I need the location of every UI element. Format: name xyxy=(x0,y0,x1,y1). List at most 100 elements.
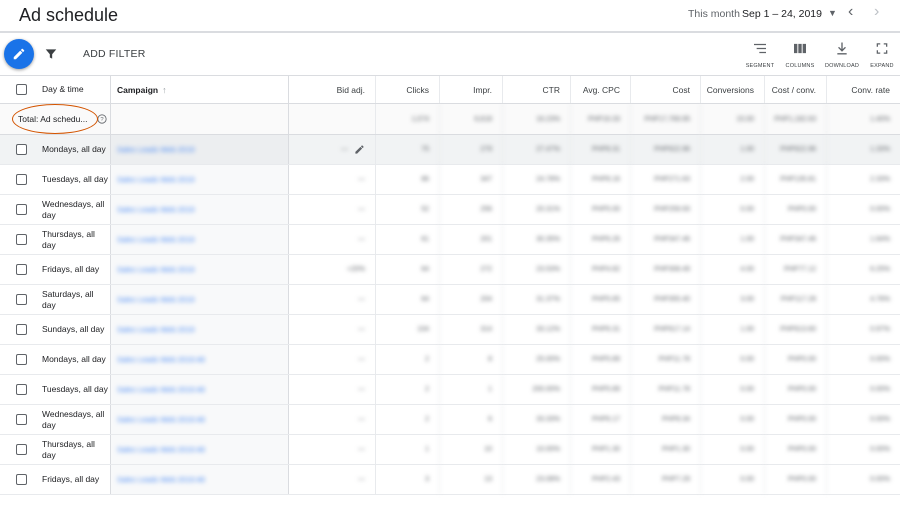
table-row[interactable]: Thursdays, all day Sales Leads Web 2019 … xyxy=(0,225,900,255)
header-clicks[interactable]: Clicks xyxy=(376,76,440,103)
header-day-time[interactable]: Day & time xyxy=(42,84,108,95)
expand-button[interactable]: EXPAND xyxy=(867,40,897,69)
row-day-cell: Sundays, all day xyxy=(0,315,111,344)
table-row[interactable]: Thursdays, all day Sales Leads Web 2019 … xyxy=(0,435,900,465)
expand-label: EXPAND xyxy=(870,63,894,69)
date-range-label[interactable]: This month xyxy=(688,8,740,20)
filter-icon[interactable] xyxy=(44,47,58,61)
table-row[interactable]: Saturdays, all day Sales Leads Web 2019 … xyxy=(0,285,900,315)
row-campaign-link[interactable]: Sales Leads Web 2019 Alt xyxy=(117,445,205,454)
table-row[interactable]: Sundays, all day Sales Leads Web 2019 — … xyxy=(0,315,900,345)
row-avg-cpc: PHP5.65 xyxy=(571,285,631,314)
row-campaign-link[interactable]: Sales Leads Web 2019 Alt xyxy=(117,415,205,424)
row-ctr: 20.31% xyxy=(503,195,571,224)
segment-button[interactable]: SEGMENT xyxy=(744,40,776,69)
total-avg-cpc: PHP16.33 xyxy=(571,104,631,134)
header-cost-conv[interactable]: Cost / conv. xyxy=(765,76,827,103)
header-ctr[interactable]: CTR xyxy=(503,76,571,103)
header-campaign[interactable]: Campaign ↑ xyxy=(111,76,289,103)
row-checkbox[interactable] xyxy=(16,384,27,395)
row-checkbox[interactable] xyxy=(16,294,27,305)
edit-bid-pencil-icon[interactable] xyxy=(354,144,365,155)
row-cost-conv: PHP0.00 xyxy=(765,345,827,374)
row-day-time: Tuesdays, all day xyxy=(42,384,108,394)
row-checkbox[interactable] xyxy=(16,174,27,185)
row-avg-cpc: PHP8.16 xyxy=(571,165,631,194)
row-checkbox[interactable] xyxy=(16,414,27,425)
header-bid-adj[interactable]: Bid adj. xyxy=(289,76,376,103)
previous-period-icon[interactable]: ‹ xyxy=(848,3,853,21)
sort-ascending-icon: ↑ xyxy=(162,84,167,95)
columns-button[interactable]: COLUMNS xyxy=(784,40,816,69)
row-campaign-link[interactable]: Sales Leads Web 2019 xyxy=(117,295,194,304)
row-checkbox[interactable] xyxy=(16,144,27,155)
header-cost[interactable]: Cost xyxy=(631,76,701,103)
date-range-value[interactable]: Sep 1 – 24, 2019 xyxy=(742,8,822,20)
row-conversions: 2.00 xyxy=(701,165,765,194)
table-row[interactable]: Fridays, all day Sales Leads Web 2019 Al… xyxy=(0,465,900,495)
header-avg-cpc[interactable]: Avg. CPC xyxy=(571,76,631,103)
select-all-checkbox[interactable] xyxy=(16,84,27,95)
columns-icon xyxy=(794,43,806,54)
total-row: Total: Ad schedu... ? 1,074 6,618 16.23%… xyxy=(0,104,900,135)
row-checkbox[interactable] xyxy=(16,324,27,335)
row-day-time: Mondays, all day xyxy=(42,354,106,364)
row-bid-adj[interactable]: — xyxy=(289,405,376,434)
row-bid-adj[interactable]: — xyxy=(289,195,376,224)
table-row[interactable]: Tuesdays, all day Sales Leads Web 2019 —… xyxy=(0,165,900,195)
table-row[interactable]: Mondays, all day Sales Leads Web 2019 Al… xyxy=(0,345,900,375)
row-bid-adj[interactable]: — xyxy=(289,435,376,464)
add-filter-button[interactable]: ADD FILTER xyxy=(83,48,145,60)
download-button[interactable]: DOWNLOAD xyxy=(824,40,860,69)
row-conv-rate: 0.97% xyxy=(870,326,890,333)
row-campaign-link[interactable]: Sales Leads Web 2019 xyxy=(117,235,194,244)
edit-fab-button[interactable] xyxy=(4,39,34,69)
row-bid-adj[interactable]: — xyxy=(289,315,376,344)
row-campaign-link[interactable]: Sales Leads Web 2019 xyxy=(117,145,194,154)
table-row[interactable]: Wednesdays, all day Sales Leads Web 2019… xyxy=(0,405,900,435)
row-impr: 314 xyxy=(440,315,503,344)
row-campaign-link[interactable]: Sales Leads Web 2019 xyxy=(117,325,194,334)
row-bid-adj[interactable]: — xyxy=(289,345,376,374)
row-bid-adj[interactable]: — xyxy=(289,465,376,494)
row-campaign-link[interactable]: Sales Leads Web 2019 Alt xyxy=(117,475,205,484)
row-cost-conv: PHP0.00 xyxy=(765,405,827,434)
expand-icon xyxy=(876,43,888,54)
row-clicks: 104 xyxy=(376,315,440,344)
header-conv-rate[interactable]: Conv. rate xyxy=(827,76,900,103)
row-campaign-link[interactable]: Sales Leads Web 2019 xyxy=(117,175,194,184)
row-checkbox[interactable] xyxy=(16,444,27,455)
row-clicks: 86 xyxy=(376,165,440,194)
table-row[interactable]: Tuesdays, all day Sales Leads Web 2019 A… xyxy=(0,375,900,405)
table-row[interactable]: Wednesdays, all day Sales Leads Web 2019… xyxy=(0,195,900,225)
row-day-cell: Thursdays, all day xyxy=(0,225,111,254)
next-period-icon[interactable]: › xyxy=(874,3,879,21)
row-bid-adj[interactable]: +20% xyxy=(289,255,376,284)
row-bid-adj[interactable]: — xyxy=(289,135,376,164)
header-impr[interactable]: Impr. xyxy=(440,76,503,103)
row-campaign-link[interactable]: Sales Leads Web 2019 xyxy=(117,205,194,214)
table-row[interactable]: Fridays, all day Sales Leads Web 2019 +2… xyxy=(0,255,900,285)
row-day-time: Sundays, all day xyxy=(42,324,105,334)
row-conversions: 0.00 xyxy=(701,465,765,494)
row-bid-adj[interactable]: — xyxy=(289,285,376,314)
row-campaign-link[interactable]: Sales Leads Web 2019 Alt xyxy=(117,355,205,364)
row-impr: 204 xyxy=(440,285,503,314)
header-conversions[interactable]: Conversions xyxy=(701,76,765,103)
help-icon[interactable]: ? xyxy=(97,114,107,124)
date-range-dropdown-icon[interactable]: ▼ xyxy=(828,8,837,18)
row-checkbox[interactable] xyxy=(16,204,27,215)
row-checkbox[interactable] xyxy=(16,474,27,485)
table-row[interactable]: Mondays, all day Sales Leads Web 2019 — … xyxy=(0,135,900,165)
row-bid-adj[interactable]: — xyxy=(289,375,376,404)
row-campaign-cell: Sales Leads Web 2019 xyxy=(111,285,289,314)
row-campaign-link[interactable]: Sales Leads Web 2019 xyxy=(117,265,194,274)
row-bid-adj[interactable]: — xyxy=(289,165,376,194)
row-day-time: Tuesdays, all day xyxy=(42,174,108,184)
row-bid-adj-value: — xyxy=(358,296,365,303)
row-bid-adj[interactable]: — xyxy=(289,225,376,254)
row-checkbox[interactable] xyxy=(16,264,27,275)
row-checkbox[interactable] xyxy=(16,354,27,365)
row-checkbox[interactable] xyxy=(16,234,27,245)
row-campaign-link[interactable]: Sales Leads Web 2019 Alt xyxy=(117,385,205,394)
